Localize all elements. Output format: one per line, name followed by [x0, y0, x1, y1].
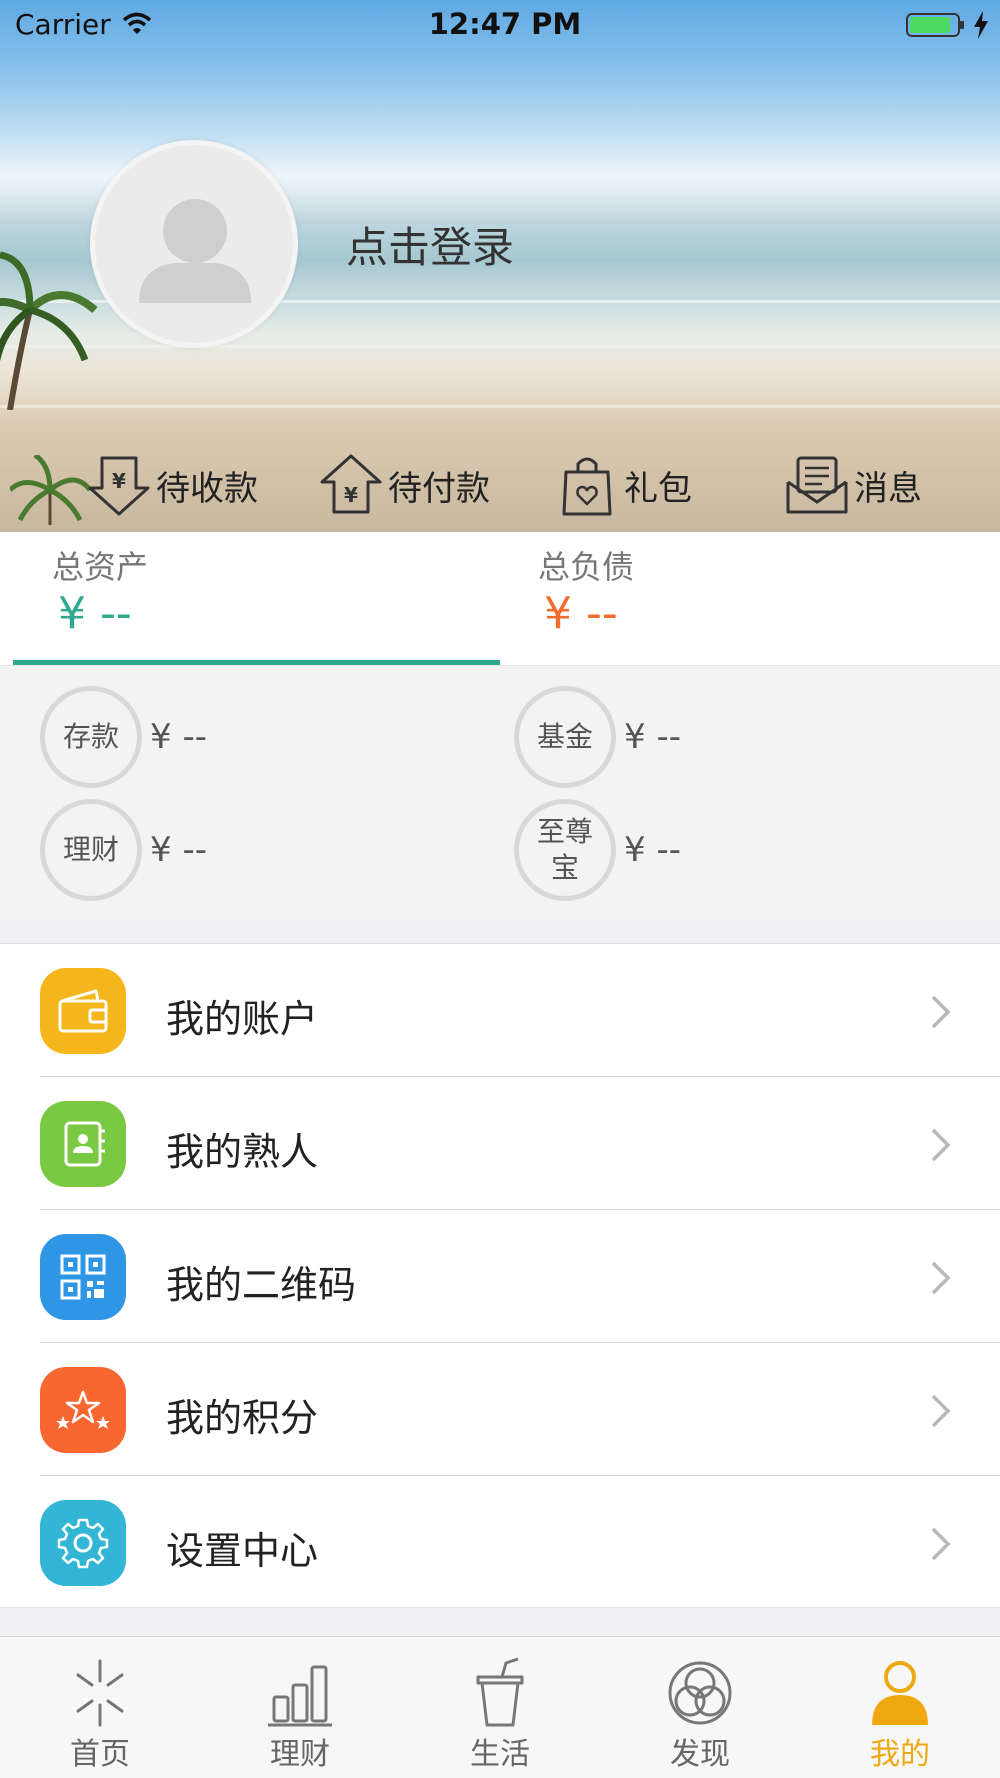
tab-label: 理财 — [270, 1737, 330, 1772]
tab-label: 生活 — [470, 1737, 530, 1772]
menu-item-my-points[interactable]: 我的积分 — [0, 1343, 1000, 1476]
menu-item-settings[interactable]: 设置中心 — [0, 1476, 1000, 1609]
message-icon — [786, 456, 848, 514]
pending-payment-icon: ¥ — [320, 454, 382, 514]
menu-label: 设置中心 — [166, 1529, 319, 1573]
asset-item-fund[interactable]: 基金 ¥ -- — [514, 686, 814, 788]
tab-label: 我的 — [870, 1737, 930, 1772]
quick-actions-bar: ¥ 待收款 ¥ 待付款 礼包 消息 — [0, 436, 1000, 532]
total-liabilities-value: ¥ -- — [544, 588, 618, 639]
tab-life[interactable]: 生活 — [400, 1637, 600, 1778]
home-sparkle-icon — [76, 1659, 124, 1727]
wallet-icon — [40, 968, 126, 1054]
quick-action-label: 消息 — [854, 468, 922, 509]
chevron-right-icon — [931, 1394, 951, 1428]
discover-icon — [668, 1661, 732, 1725]
tab-discover[interactable]: 发现 — [600, 1637, 800, 1778]
quick-action-label: 待收款 — [156, 468, 258, 509]
asset-item-zhizunbao[interactable]: 至尊宝 ¥ -- — [514, 799, 814, 901]
menu-item-my-qr-code[interactable]: 我的二维码 — [0, 1210, 1000, 1343]
quick-action-message[interactable]: 消息 — [784, 450, 922, 520]
sea-highlight — [0, 345, 1000, 348]
chevron-right-icon — [931, 1261, 951, 1295]
total-assets-value: ¥ -- — [58, 588, 132, 639]
total-assets-label: 总资产 — [52, 548, 149, 586]
tab-total-liabilities[interactable]: 总负债 ¥ -- — [500, 532, 1000, 665]
asset-item-value: ¥ -- — [624, 830, 681, 870]
asset-item-deposit[interactable]: 存款 ¥ -- — [40, 686, 340, 788]
menu-label: 我的账户 — [166, 997, 319, 1041]
tab-home[interactable]: 首页 — [0, 1637, 200, 1778]
tab-total-assets[interactable]: 总资产 ¥ -- — [0, 532, 500, 665]
wave-foam — [0, 405, 1000, 408]
menu-label: 我的积分 — [166, 1396, 319, 1440]
svg-text:¥: ¥ — [344, 483, 358, 507]
chevron-right-icon — [931, 995, 951, 1029]
person-icon — [872, 1661, 928, 1725]
qr-code-icon — [40, 1234, 126, 1320]
asset-item-name: 至尊宝 — [514, 799, 616, 901]
login-link[interactable]: 点击登录 — [346, 214, 514, 275]
bar-chart-icon — [268, 1665, 332, 1727]
battery-icon — [906, 13, 964, 37]
stars-icon — [40, 1367, 126, 1453]
tab-mine[interactable]: 我的 — [800, 1637, 1000, 1778]
bottom-tab-bar: 首页 理财 生活 发现 我的 — [0, 1636, 1000, 1778]
contacts-icon — [40, 1101, 126, 1187]
quick-action-label: 礼包 — [624, 468, 692, 509]
asset-summary-tabs: 总资产 ¥ -- 总负债 ¥ -- — [0, 532, 1000, 665]
asset-item-name: 理财 — [40, 799, 142, 901]
avatar[interactable] — [90, 140, 298, 348]
tab-label: 发现 — [670, 1737, 730, 1772]
profile-header: Carrier 12:47 PM 点击登录 ¥ 待收款 ¥ 待付款 礼包 消息 — [0, 0, 1000, 532]
svg-text:¥: ¥ — [112, 469, 126, 493]
chevron-right-icon — [931, 1128, 951, 1162]
account-menu: 我的账户 我的熟人 我的二维码 我的积分 设置中心 — [0, 943, 1000, 1608]
status-bar: Carrier 12:47 PM — [0, 0, 1000, 50]
gear-icon — [40, 1500, 126, 1586]
menu-item-my-account[interactable]: 我的账户 — [0, 944, 1000, 1077]
status-time: 12:47 PM — [428, 7, 582, 41]
receive-payment-icon: ¥ — [88, 456, 150, 516]
quick-action-pending-receipt[interactable]: ¥ 待收款 — [86, 450, 258, 520]
quick-action-pending-payment[interactable]: ¥ 待付款 — [318, 450, 490, 520]
asset-item-value: ¥ -- — [624, 717, 681, 757]
quick-action-gift[interactable]: 礼包 — [554, 450, 692, 520]
charging-bolt-icon — [974, 11, 988, 39]
menu-label: 我的熟人 — [166, 1130, 319, 1174]
palm-tree-icon — [0, 251, 98, 410]
total-liabilities-label: 总负债 — [538, 548, 635, 586]
quick-action-label: 待付款 — [388, 468, 490, 509]
chevron-right-icon — [931, 1527, 951, 1561]
asset-item-value: ¥ -- — [150, 717, 207, 757]
gift-bag-icon — [562, 457, 612, 516]
tab-label: 首页 — [70, 1737, 130, 1772]
asset-item-name: 基金 — [514, 686, 616, 788]
menu-item-my-contacts[interactable]: 我的熟人 — [0, 1077, 1000, 1210]
tab-wealth[interactable]: 理财 — [200, 1637, 400, 1778]
asset-item-name: 存款 — [40, 686, 142, 788]
cup-icon — [476, 1657, 524, 1727]
asset-item-value: ¥ -- — [150, 830, 207, 870]
menu-label: 我的二维码 — [166, 1263, 357, 1307]
asset-breakdown: 存款 ¥ -- 基金 ¥ -- 理财 ¥ -- 至尊宝 ¥ -- — [0, 665, 1000, 919]
asset-item-wealth[interactable]: 理财 ¥ -- — [40, 799, 340, 901]
default-user-icon — [139, 199, 251, 303]
